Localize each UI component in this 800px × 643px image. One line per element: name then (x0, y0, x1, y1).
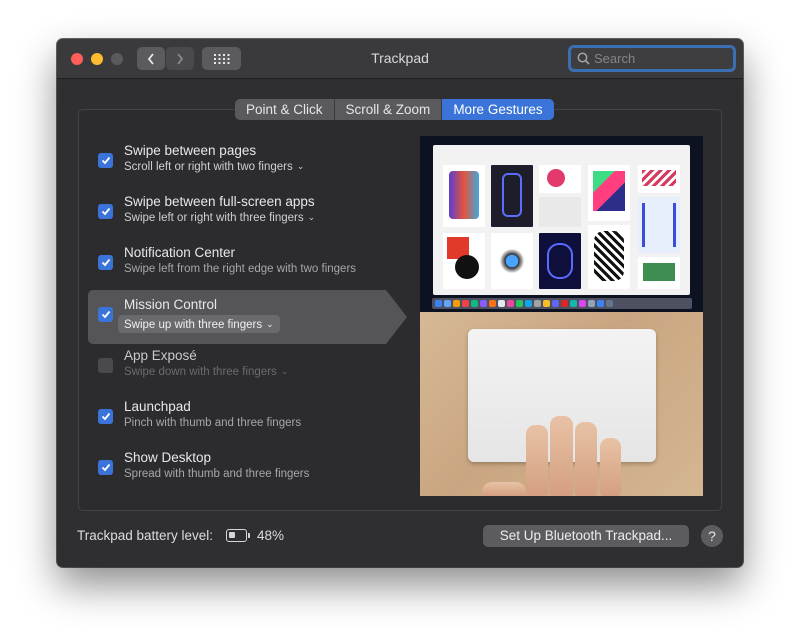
search-icon (577, 52, 590, 65)
preview-desk (420, 312, 703, 496)
gesture-option-menu[interactable]: Swipe left or right with three fingers ⌄ (124, 212, 315, 224)
battery-percent: 48% (257, 528, 285, 543)
gesture-description: Spread with thumb and three fingers (124, 468, 310, 480)
title-bar: Trackpad (57, 39, 743, 79)
preview-poster (491, 165, 533, 227)
preview-poster (539, 165, 581, 193)
preview-poster (638, 165, 680, 193)
gesture-title: Swipe between pages (124, 143, 257, 158)
gesture-title: Notification Center (124, 245, 236, 260)
preview-poster (638, 197, 680, 253)
preview-poster (443, 233, 485, 289)
preview-finger (575, 422, 597, 496)
gesture-option-label: Scroll left or right with two fingers (124, 161, 293, 173)
preview-poster (539, 197, 581, 227)
tab-point-and-click[interactable]: Point & Click (235, 99, 335, 120)
gesture-row-swipe-between-pages[interactable]: Swipe between pages Scroll left or right… (88, 137, 406, 187)
preferences-window: Trackpad Point & Click Scroll & Zoom Mor… (57, 39, 743, 567)
gesture-title: App Exposé (124, 348, 197, 363)
gesture-option-label: Swipe up with three fingers (124, 319, 263, 331)
gesture-row-full-screen-apps[interactable]: Swipe between full-screen apps Swipe lef… (88, 188, 406, 238)
checkbox-notification-center[interactable] (98, 255, 113, 270)
gesture-row-app-expose[interactable]: App Exposé Swipe down with three fingers… (88, 342, 406, 392)
preview-screen (420, 136, 703, 312)
chevron-down-icon: ⌄ (266, 319, 274, 329)
search-input[interactable] (594, 51, 724, 66)
checkbox-mission-control[interactable] (98, 307, 113, 322)
checkbox-launchpad[interactable] (98, 409, 113, 424)
preview-poster (588, 165, 630, 221)
setup-bluetooth-trackpad-button[interactable]: Set Up Bluetooth Trackpad... (483, 525, 689, 547)
preview-finger (526, 425, 548, 496)
gesture-option-label: Swipe down with three fingers (124, 366, 277, 378)
gesture-row-notification-center[interactable]: Notification Center Swipe left from the … (88, 239, 406, 289)
checkmark-icon (101, 463, 110, 472)
gesture-row-launchpad[interactable]: Launchpad Pinch with thumb and three fin… (88, 393, 406, 443)
chevron-down-icon: ⌄ (280, 366, 289, 376)
preview-poster (443, 165, 485, 227)
tab-more-gestures[interactable]: More Gestures (442, 99, 554, 120)
gesture-title: Show Desktop (124, 450, 212, 465)
gesture-option-menu[interactable]: Swipe up with three fingers ⌄ (118, 315, 280, 333)
preview-dock (432, 298, 692, 309)
preview-finger (550, 416, 573, 496)
chevron-down-icon: ⌄ (296, 161, 305, 171)
gesture-option-label: Swipe left or right with three fingers (124, 212, 304, 224)
gesture-description: Swipe left from the right edge with two … (124, 263, 357, 275)
gesture-preview-video (420, 136, 703, 496)
preview-poster (588, 225, 630, 289)
battery-icon (226, 529, 250, 542)
checkbox-swipe-between-pages[interactable] (98, 153, 113, 168)
gesture-title: Swipe between full-screen apps (124, 194, 315, 209)
battery-label: Trackpad battery level: (77, 528, 214, 543)
gesture-title: Mission Control (124, 297, 218, 312)
checkmark-icon (101, 310, 110, 319)
checkmark-icon (101, 207, 110, 216)
checkbox-show-desktop[interactable] (98, 460, 113, 475)
gesture-option-menu: Swipe down with three fingers ⌄ (124, 366, 288, 378)
search-field[interactable] (568, 45, 736, 72)
tab-scroll-and-zoom[interactable]: Scroll & Zoom (335, 99, 443, 120)
preview-poster (539, 233, 581, 289)
gesture-description: Pinch with thumb and three fingers (124, 417, 302, 429)
preview-poster (491, 233, 533, 289)
preview-poster (638, 257, 680, 289)
checkbox-full-screen-apps[interactable] (98, 204, 113, 219)
gesture-row-show-desktop[interactable]: Show Desktop Spread with thumb and three… (88, 444, 406, 494)
checkmark-icon (101, 156, 110, 165)
checkbox-app-expose[interactable] (98, 358, 113, 373)
preview-thumb (482, 482, 526, 496)
help-button[interactable]: ? (701, 525, 723, 547)
preview-finger (600, 438, 621, 496)
gesture-option-menu[interactable]: Scroll left or right with two fingers ⌄ (124, 161, 304, 173)
checkmark-icon (101, 412, 110, 421)
preview-app-window (433, 145, 690, 295)
tab-bar: Point & Click Scroll & Zoom More Gesture… (235, 99, 554, 120)
gesture-title: Launchpad (124, 399, 191, 414)
checkmark-icon (101, 258, 110, 267)
gesture-row-mission-control[interactable]: Mission Control Swipe up with three fing… (88, 291, 406, 341)
chevron-down-icon: ⌄ (307, 212, 316, 222)
